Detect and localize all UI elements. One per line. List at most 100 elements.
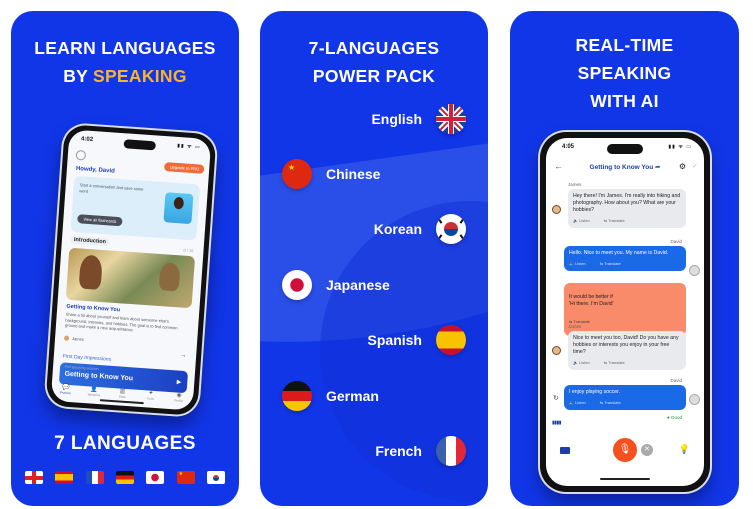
check-icon[interactable]: ✓ [692,162,698,170]
headline-by: BY [63,66,93,86]
lesson-progress: 0 / 15 [183,247,194,254]
hint-bulb-icon[interactable]: 💡 [679,444,690,455]
language-spanish[interactable]: Spanish [368,324,466,356]
view-flashcards-button[interactable]: View all flashcards [77,214,123,227]
language-korean[interactable]: Korean [374,213,466,245]
phone-screen: 4:02 ▮▮ ᯤ ▭ Upgrade to PRO Howdy, David … [50,129,212,411]
china-flag-icon: ★ [282,159,312,189]
message-text: Nice to meet you too, David! Do you have… [573,335,679,355]
japan-flag-icon [282,270,312,300]
mini-flag-row: ★ [25,471,225,484]
next-section-label: First Day Impressions [62,353,112,363]
upgrade-pro-button[interactable]: Upgrade to PRO [164,162,205,174]
phone-mockup-chat: 4:05 ▮▮ ᯤ ▭ ← Getting to Know You ➦ ⚙ ✓ … [540,132,710,492]
listen-button[interactable]: 🔈 Listen [573,217,590,224]
feedback-badge: ● Good [667,415,682,420]
ai-avatar-icon [552,346,561,355]
lesson-description: Share a bit about yourself and learn abo… [64,311,178,333]
signal-battery-icon: ▮▮ ᯤ ▭ [176,142,201,151]
nav-label: Practice [59,390,72,396]
conversation-card: Start a conversation and save some word … [70,175,201,241]
message-text: I enjoy playing soccer. [569,389,621,395]
headline-line-1: LEARN LANGUAGES [34,38,216,58]
microphone-button[interactable]: 🎙 [613,438,637,462]
status-bar: 4:02 ▮▮ ᯤ ▭ [81,134,202,154]
gear-icon[interactable]: ⚙ [679,162,686,171]
translate-button[interactable]: ⇆ Translate [604,359,625,366]
listen-label: Listen [575,400,586,405]
nav-item-speaking[interactable]: 👤 Speaking [86,385,103,397]
status-time: 4:02 [80,136,94,144]
china-flag-icon: ★ [176,471,195,484]
keyboard-icon[interactable] [560,447,570,454]
language-name: German [326,388,379,404]
message-bubble-ai: Hey there! I'm James. I'm really into hi… [568,189,686,228]
tutor-character-image [163,192,194,225]
language-name: Korean [373,221,422,237]
promo-card-ai-speaking: REAL-TIME SPEAKING WITH AI 4:05 ▮▮ ᯤ ▭ ←… [510,11,739,506]
listen-button[interactable]: 🔈 Listen [569,260,586,267]
language-name: Japanese [326,277,390,293]
phone-screen: 4:05 ▮▮ ᯤ ▭ ← Getting to Know You ➦ ⚙ ✓ … [546,138,704,486]
promo-card-learn-by-speaking: LEARN LANGUAGES BY SPEAKING 4:02 ▮▮ ᯤ ▭ … [11,11,239,506]
nav-label: Profile [174,398,184,403]
replay-icon[interactable]: ↻ [553,394,559,402]
status-time: 4:05 [562,144,575,150]
translate-button[interactable]: ⇆ Translate [600,260,621,267]
nav-item-practice[interactable]: 💬 Practice [57,383,74,395]
promo-card-language-pack: 7-LANGUAGES POWER PACK English ★ Chinese… [260,11,488,506]
card2-headline: 7-LANGUAGES POWER PACK [260,34,488,90]
nav-label: Speaking [87,392,101,398]
input-controls: 🎙 ✕ 💡 [546,438,704,468]
listen-label: Listen [579,218,590,223]
france-flag-icon [436,436,466,466]
translate-label: Translate [604,400,621,405]
message-bubble-ai: Nice to meet you too, David! Do you have… [568,331,686,370]
profile-avatar-icon[interactable] [75,149,87,161]
card1-headline: LEARN LANGUAGES BY SPEAKING [11,34,239,90]
language-name: Spanish [367,332,422,348]
correction-text: It would be better if 'Hi there. I'm Dav… [569,294,614,307]
language-name: Chinese [326,166,381,182]
headline-accent: SPEAKING [92,66,187,86]
headline-line-3: WITH AI [590,91,659,111]
translate-button[interactable]: ⇆ Translate [600,399,621,406]
listen-label: Listen [579,360,590,365]
audio-wave-icon: ▮▮▮▮ [552,420,562,426]
speaker-name: James [568,182,582,187]
message-bubble-user: I enjoy playing soccer. 🔈 Listen ⇆ Transl… [564,385,686,410]
cancel-button[interactable]: ✕ [641,444,653,456]
translate-button[interactable]: ⇆ Translate [604,217,625,224]
lesson-illustration[interactable] [65,247,196,309]
nav-item-stats[interactable]: ▥ Stats [114,387,131,399]
nav-item-profile[interactable]: ◉ Profile [171,391,188,403]
england-flag-icon [25,471,43,484]
headline-line-2: BY SPEAKING [11,62,239,90]
japan-flag-icon [146,471,165,484]
listen-button[interactable]: 🔈 Listen [569,399,586,406]
headline-line-1: REAL-TIME [575,35,674,55]
nav-label: Stats [118,394,126,399]
spain-flag-icon [55,471,74,484]
arrow-right-icon[interactable]: → [180,353,186,359]
language-german[interactable]: German [282,380,379,412]
section-label: Introduction [70,235,110,247]
language-english[interactable]: English [371,103,466,135]
greeting: Howdy, David [75,165,115,175]
signal-battery-icon: ▮▮ ᯤ ▭ [668,144,692,150]
speaker-name: David [670,378,682,383]
card3-headline: REAL-TIME SPEAKING WITH AI [510,31,739,115]
listen-button[interactable]: 🔈 Listen [573,359,590,366]
korea-flag-icon [436,214,466,244]
languages-count-title: 7 LANGUAGES [54,433,196,454]
germany-flag-icon [115,471,134,484]
user-avatar-icon [689,394,700,405]
uk-flag-icon [436,104,466,134]
user-avatar-icon [689,265,700,276]
nav-item-tools[interactable]: ✦ Tools [142,389,159,401]
language-chinese[interactable]: ★ Chinese [282,158,380,190]
language-japanese[interactable]: Japanese [282,269,390,301]
language-name: French [375,443,422,459]
language-french[interactable]: French [375,435,466,467]
play-icon: ▶ [176,379,182,386]
